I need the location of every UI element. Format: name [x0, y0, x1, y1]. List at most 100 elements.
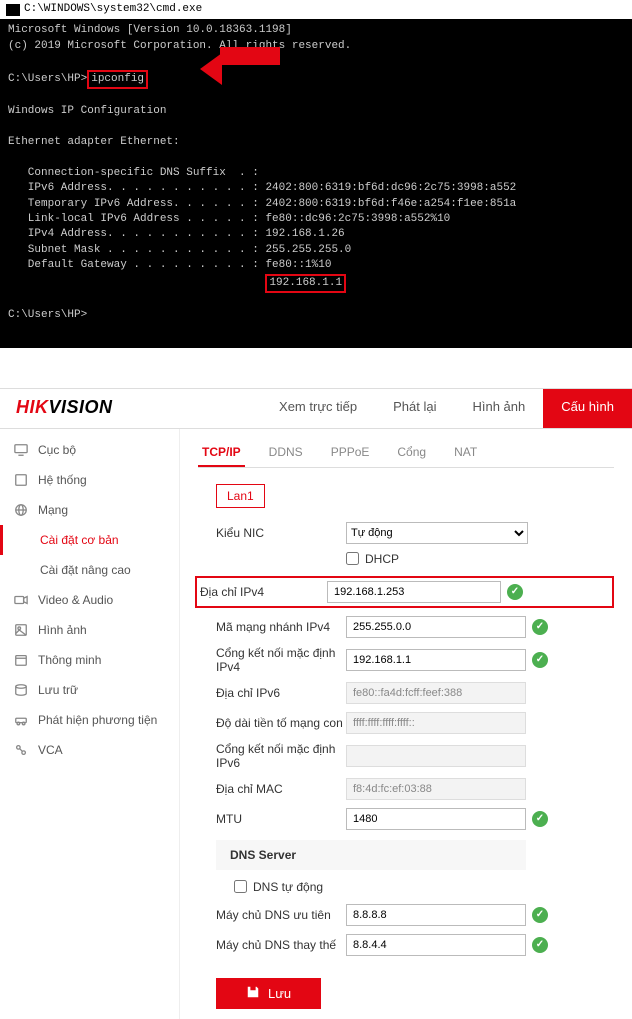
row-dns-auto: DNS tự động — [198, 880, 614, 894]
sidebar-item-storage[interactable]: Lưu trữ — [0, 675, 179, 705]
label-subnet: Mã mạng nhánh IPv4 — [216, 620, 346, 634]
label-dns-auto: DNS tự động — [253, 880, 323, 894]
cmd-body: Microsoft Windows [Version 10.0.18363.11… — [0, 19, 632, 327]
input-mtu[interactable] — [346, 808, 526, 830]
system-icon — [14, 473, 28, 487]
cmd-ipv4: IPv4 Address. . . . . . . . . . . : 192.… — [8, 227, 624, 242]
cmd-blank — [8, 293, 624, 308]
sidebar-label: Hệ thống — [38, 473, 87, 487]
cmd-ipv6: IPv6 Address. . . . . . . . . . . : 2402… — [8, 181, 624, 196]
hikvision-app: HIKVISION Xem trực tiếp Phát lại Hình ản… — [0, 388, 632, 1019]
select-nic[interactable]: Tự động — [346, 522, 528, 544]
tab-pppoe[interactable]: PPPoE — [327, 439, 374, 467]
input-ipv6 — [346, 682, 526, 704]
label-ipv6-gw: Cổng kết nối mặc định IPv6 — [216, 742, 346, 770]
nav-config[interactable]: Cấu hình — [543, 389, 632, 428]
cmd-blank — [8, 120, 624, 135]
sidebar-item-advanced[interactable]: Cài đặt nâng cao — [0, 555, 179, 585]
sidebar-item-system[interactable]: Hệ thống — [0, 465, 179, 495]
nav-playback[interactable]: Phát lại — [375, 389, 454, 428]
tabs: TCP/IP DDNS PPPoE Cổng NAT — [198, 439, 614, 468]
sidebar-label: VCA — [38, 743, 63, 757]
input-dns1[interactable] — [346, 904, 526, 926]
sidebar-item-basic[interactable]: Cài đặt cơ bản — [0, 525, 179, 555]
row-dhcp: DHCP — [198, 552, 614, 566]
cmd-icon — [6, 4, 20, 16]
check-icon — [532, 907, 548, 923]
sidebar-label: Phát hiện phương tiện — [38, 713, 157, 727]
ipconfig-highlight: ipconfig — [87, 70, 148, 89]
cmd-subnet: Subnet Mask . . . . . . . . . . . : 255.… — [8, 243, 624, 258]
sidebar-item-smart[interactable]: Thông minh — [0, 645, 179, 675]
input-ipv4[interactable] — [327, 581, 501, 603]
input-dns2[interactable] — [346, 934, 526, 956]
gateway-highlight: 192.168.1.1 — [265, 274, 346, 293]
tab-nat[interactable]: NAT — [450, 439, 481, 467]
input-mac — [346, 778, 526, 800]
cmd-dns-suffix: Connection-specific DNS Suffix . : — [8, 166, 624, 181]
sidebar-label: Thông minh — [38, 653, 101, 667]
hik-body: Cục bộ Hệ thống Mạng Cài đặt cơ bản Cài … — [0, 429, 632, 1019]
vehicle-icon — [14, 713, 28, 727]
checkbox-dhcp[interactable] — [346, 552, 359, 565]
cmd-blank — [8, 89, 624, 104]
cmd-prompt2: C:\Users\HP> — [8, 308, 624, 323]
hik-nav: Xem trực tiếp Phát lại Hình ảnh Cấu hình — [261, 389, 632, 428]
tab-tcpip[interactable]: TCP/IP — [198, 439, 245, 467]
cmd-link-local: Link-local IPv6 Address . . . . . : fe80… — [8, 212, 624, 227]
red-arrow — [200, 53, 282, 85]
label-ipv4: Địa chỉ IPv4 — [200, 585, 327, 599]
checkbox-dns-auto[interactable] — [234, 880, 247, 893]
row-dns2: Máy chủ DNS thay thế — [198, 934, 614, 956]
cmd-prompt1: C:\Users\HP>ipconfig — [8, 70, 624, 89]
hik-logo: HIKVISION — [0, 389, 129, 428]
cmd-blank — [8, 151, 624, 166]
image-icon — [14, 623, 28, 637]
cmd-window: C:\WINDOWS\system32\cmd.exe Microsoft Wi… — [0, 0, 632, 348]
sidebar-label: Hình ảnh — [38, 623, 87, 637]
sidebar-label: Lưu trữ — [38, 683, 78, 697]
label-nic: Kiểu NIC — [216, 526, 346, 540]
globe-icon — [14, 503, 28, 517]
content: TCP/IP DDNS PPPoE Cổng NAT Lan1 Kiểu NIC… — [180, 429, 632, 1019]
cmd-title-text: C:\WINDOWS\system32\cmd.exe — [24, 2, 202, 17]
sidebar-label: Mạng — [38, 503, 68, 517]
label-ipv6: Địa chỉ IPv6 — [216, 686, 346, 700]
cmd-copyright: (c) 2019 Microsoft Corporation. All righ… — [8, 39, 624, 54]
lan-tab[interactable]: Lan1 — [216, 484, 265, 508]
nav-image[interactable]: Hình ảnh — [454, 389, 543, 428]
cmd-gateway1: Default Gateway . . . . . . . . . : fe80… — [8, 258, 624, 273]
row-nic: Kiểu NIC Tự động — [198, 522, 614, 544]
video-icon — [14, 593, 28, 607]
row-subnet: Mã mạng nhánh IPv4 — [198, 616, 614, 638]
sidebar-item-image[interactable]: Hình ảnh — [0, 615, 179, 645]
sidebar-item-video[interactable]: Video & Audio — [0, 585, 179, 615]
check-icon — [532, 937, 548, 953]
row-ipv6-prefix: Độ dài tiền tố mạng con — [198, 712, 614, 734]
vca-icon — [14, 743, 28, 757]
label-dhcp: DHCP — [365, 552, 399, 566]
cmd-temp-ipv6: Temporary IPv6 Address. . . . . . : 2402… — [8, 197, 624, 212]
row-dns1: Máy chủ DNS ưu tiên — [198, 904, 614, 926]
label-mtu: MTU — [216, 812, 346, 826]
tab-port[interactable]: Cổng — [393, 439, 430, 467]
row-ipv4-addr: Địa chỉ IPv4 — [195, 576, 614, 608]
sidebar-item-network[interactable]: Mạng — [0, 495, 179, 525]
label-mac: Địa chỉ MAC — [216, 782, 346, 796]
tab-ddns[interactable]: DDNS — [265, 439, 307, 467]
storage-icon — [14, 683, 28, 697]
label-dns2: Máy chủ DNS thay thế — [216, 938, 346, 952]
row-gateway: Cổng kết nối mặc định IPv4 — [198, 646, 614, 674]
sidebar-label: Cục bộ — [38, 443, 76, 457]
save-button[interactable]: Lưu — [216, 978, 321, 1009]
row-ipv6-addr: Địa chỉ IPv6 — [198, 682, 614, 704]
check-icon — [507, 584, 523, 600]
input-gw[interactable] — [346, 649, 526, 671]
nav-live[interactable]: Xem trực tiếp — [261, 389, 375, 428]
sidebar-item-vehicle[interactable]: Phát hiện phương tiện — [0, 705, 179, 735]
input-subnet[interactable] — [346, 616, 526, 638]
sidebar-item-vca[interactable]: VCA — [0, 735, 179, 765]
cmd-ipconfig-header: Windows IP Configuration — [8, 104, 624, 119]
sidebar-item-local[interactable]: Cục bộ — [0, 435, 179, 465]
sidebar-label: Cài đặt cơ bản — [40, 533, 119, 547]
